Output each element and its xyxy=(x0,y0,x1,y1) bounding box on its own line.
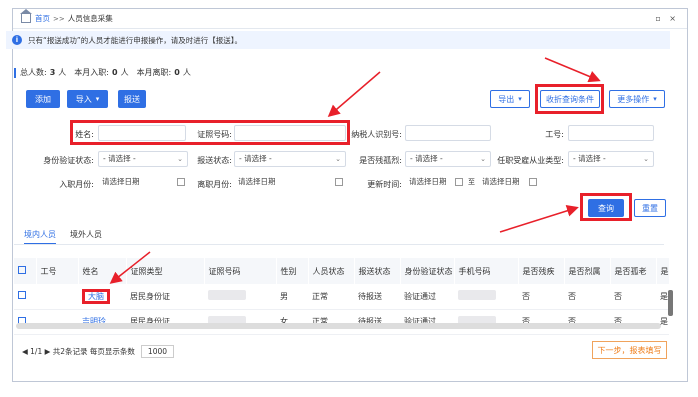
arrow-to-query xyxy=(499,204,579,233)
arrow-to-name xyxy=(109,251,151,284)
arrow-to-filters xyxy=(327,71,381,117)
arrow-to-collapse xyxy=(544,57,601,83)
annotation-arrows xyxy=(109,57,601,284)
